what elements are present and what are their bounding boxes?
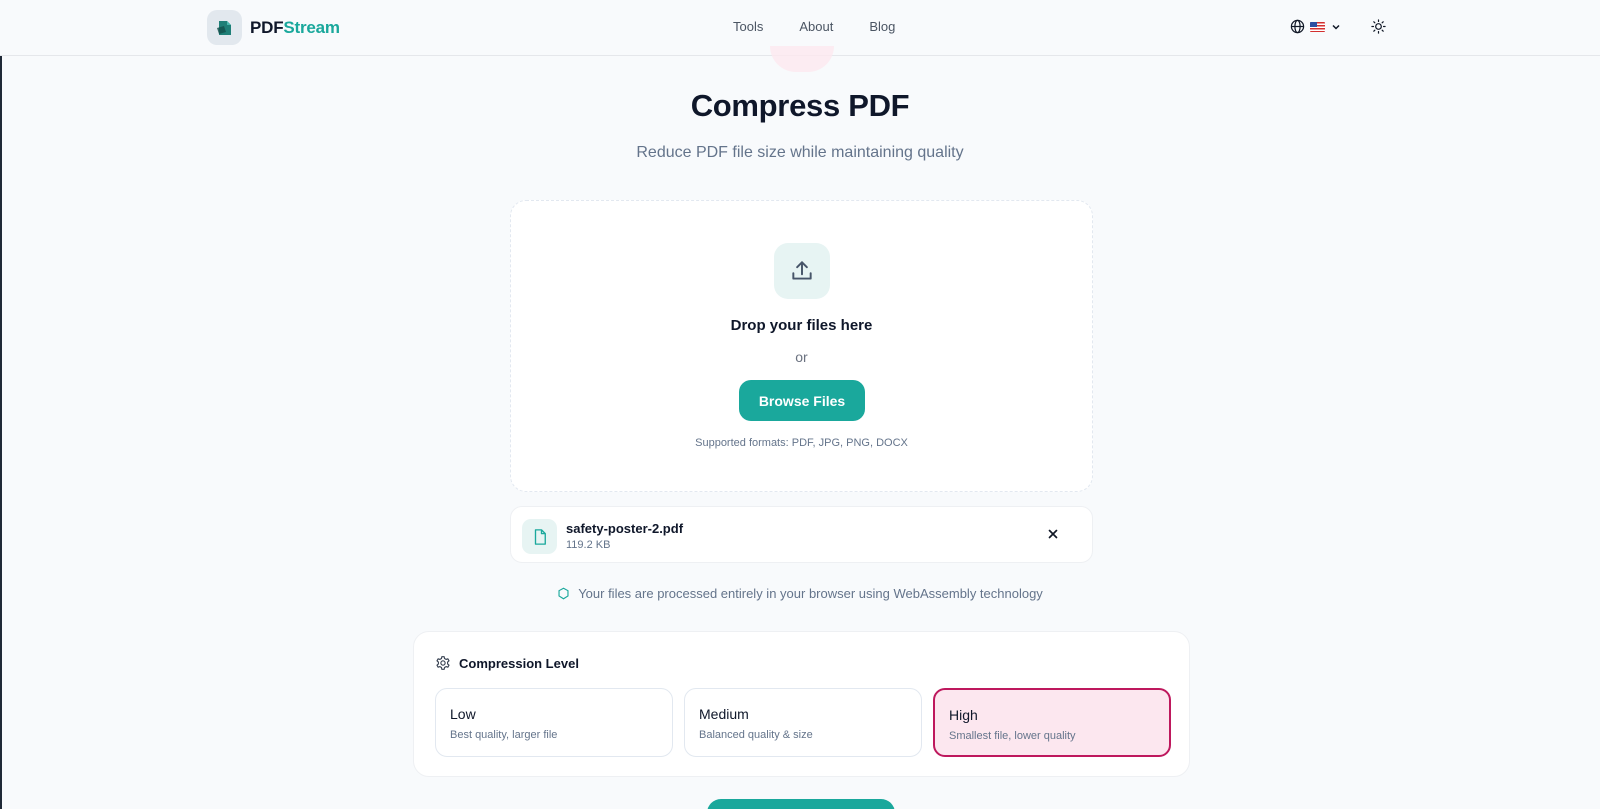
shield-icon xyxy=(558,587,569,600)
compression-option-medium[interactable]: Medium Balanced quality & size xyxy=(684,688,922,757)
supported-formats: Supported formats: PDF, JPG, PNG, DOCX xyxy=(695,437,908,449)
globe-icon xyxy=(1290,19,1305,34)
gear-icon xyxy=(436,656,450,670)
file-size: 119.2 KB xyxy=(566,539,611,551)
compression-option-high[interactable]: High Smallest file, lower quality xyxy=(933,688,1171,757)
upload-icon xyxy=(774,243,830,299)
us-flag-icon xyxy=(1310,21,1325,32)
close-icon xyxy=(1048,529,1058,539)
option-label: Medium xyxy=(699,706,749,722)
security-note-text: Your files are processed entirely in you… xyxy=(578,586,1043,601)
nav-tools[interactable]: Tools xyxy=(733,19,763,34)
compression-level-panel: Compression Level Low Best quality, larg… xyxy=(413,631,1190,777)
option-label: Low xyxy=(450,706,476,722)
compress-button[interactable] xyxy=(707,799,895,809)
chevron-down-icon xyxy=(1332,24,1340,30)
decorative-glow xyxy=(770,46,834,72)
page-subtitle: Reduce PDF file size while maintaining q… xyxy=(636,144,964,161)
logo-icon xyxy=(207,10,242,45)
nav-blog[interactable]: Blog xyxy=(869,19,895,34)
option-description: Balanced quality & size xyxy=(699,729,813,741)
dropzone-title: Drop your files here xyxy=(730,317,873,334)
brand-logo[interactable]: PDFStream xyxy=(207,10,340,45)
file-name: safety-poster-2.pdf xyxy=(566,521,684,536)
compression-heading: Compression Level xyxy=(435,655,579,671)
option-description: Best quality, larger file xyxy=(450,729,558,741)
page-title: Compress PDF xyxy=(690,88,910,123)
brand-name: PDFStream xyxy=(250,18,340,38)
security-note: Your files are processed entirely in you… xyxy=(0,586,1600,601)
theme-toggle[interactable] xyxy=(1371,19,1386,39)
option-description: Smallest file, lower quality xyxy=(949,730,1076,742)
compression-option-low[interactable]: Low Best quality, larger file xyxy=(435,688,673,757)
main-nav: Tools About Blog xyxy=(733,19,895,34)
option-label: High xyxy=(949,707,978,723)
remove-file-button[interactable] xyxy=(1046,527,1060,546)
file-icon xyxy=(522,519,557,554)
sun-icon xyxy=(1371,19,1386,34)
dropzone-or: or xyxy=(795,349,808,365)
brand-name-part1: PDF xyxy=(250,17,284,37)
browse-files-button[interactable]: Browse Files xyxy=(739,380,865,421)
file-list-item: safety-poster-2.pdf 119.2 KB xyxy=(510,506,1093,563)
file-dropzone[interactable]: Drop your files here or Browse Files Sup… xyxy=(510,200,1093,492)
language-selector[interactable] xyxy=(1290,19,1342,34)
compression-heading-text: Compression Level xyxy=(459,655,579,671)
brand-name-part2: Stream xyxy=(283,17,340,37)
nav-about[interactable]: About xyxy=(799,19,833,34)
